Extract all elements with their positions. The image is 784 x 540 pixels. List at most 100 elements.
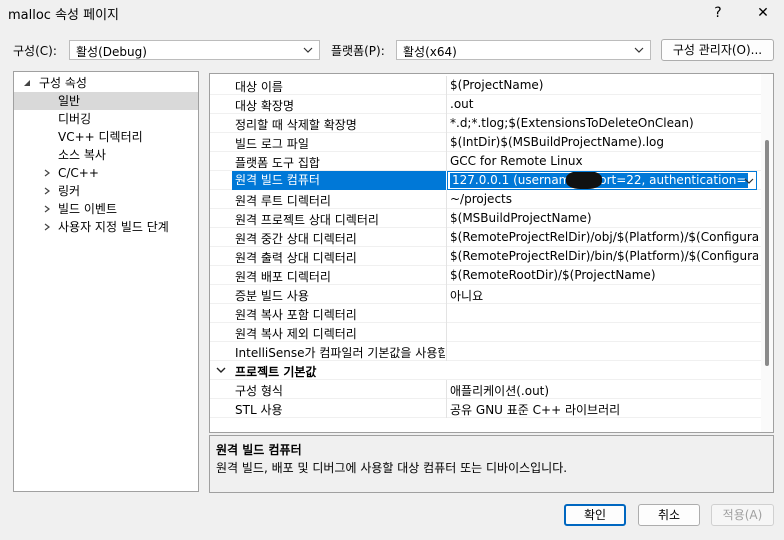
property-name: 플랫폼 도구 집합 xyxy=(235,156,320,170)
column-divider xyxy=(446,209,447,228)
property-name: 원격 중간 상대 디렉터리 xyxy=(235,232,357,246)
tree-item-custom-build-step[interactable]: 사용자 지정 빌드 단계 xyxy=(14,218,198,236)
property-row[interactable]: 원격 루트 디렉터리 ~/projects xyxy=(210,190,762,209)
collapsed-arrow-icon[interactable] xyxy=(42,222,52,232)
tree-item-label: 사용자 지정 빌드 단계 xyxy=(58,220,169,234)
column-divider xyxy=(446,190,447,209)
property-name: 원격 복사 제외 디렉터리 xyxy=(235,327,357,341)
column-divider xyxy=(446,304,447,323)
tree-item-label: 일반 xyxy=(58,94,81,108)
chevron-down-icon[interactable] xyxy=(216,365,226,375)
platform-dropdown[interactable]: 활성(x64) xyxy=(396,40,651,60)
property-row[interactable]: 정리할 때 삭제할 확장명 *.d;*.tlog;$(ExtensionsToD… xyxy=(210,114,762,133)
property-value: 공유 GNU 표준 C++ 라이브러리 xyxy=(450,403,621,417)
tree-item-label: C/C++ xyxy=(58,166,99,180)
tree-item-label: VC++ 디렉터리 xyxy=(58,130,143,144)
ok-button[interactable]: 확인 xyxy=(564,504,626,526)
property-row[interactable]: 증분 빌드 사용 아니요 xyxy=(210,285,762,304)
config-value: 활성(Debug) xyxy=(76,45,147,59)
window-title: malloc 속성 페이지 xyxy=(8,8,120,23)
tree-item-label: 디버깅 xyxy=(58,112,92,126)
property-row[interactable]: 원격 중간 상대 디렉터리 $(RemoteProjectRelDir)/obj… xyxy=(210,228,762,247)
scrollbar-thumb[interactable] xyxy=(765,140,769,366)
tree-root[interactable]: 구성 속성 xyxy=(14,74,198,92)
chevron-down-icon xyxy=(634,47,644,53)
property-name: 원격 출력 상대 디렉터리 xyxy=(235,251,357,265)
property-value: $(MSBuildProjectName) xyxy=(450,211,592,225)
tree-item-label: 소스 복사 xyxy=(58,148,106,162)
vertical-scrollbar[interactable] xyxy=(761,74,773,432)
tree-root-label: 구성 속성 xyxy=(39,76,87,90)
column-divider xyxy=(446,228,447,247)
property-value: $(RemoteProjectRelDir)/obj/$(Platform)/$… xyxy=(450,230,758,244)
tree-item-label: 빌드 이벤트 xyxy=(58,202,118,216)
category-tree: 구성 속성 일반 디버깅 VC++ 디렉터리 소스 복사 C/C++ 링커 빌드… xyxy=(13,71,199,492)
property-value: GCC for Remote Linux xyxy=(450,154,583,168)
platform-value: 활성(x64) xyxy=(403,45,457,59)
property-name: 구성 형식 xyxy=(235,384,283,398)
redaction-mark xyxy=(566,172,602,189)
property-name: 증분 빌드 사용 xyxy=(235,289,309,303)
tree-item-linker[interactable]: 링커 xyxy=(14,182,198,200)
config-manager-button[interactable]: 구성 관리자(O)... xyxy=(661,39,774,61)
category-header[interactable]: 프로젝트 기본값 xyxy=(210,361,762,380)
tree-item-build-events[interactable]: 빌드 이벤트 xyxy=(14,200,198,218)
property-row[interactable]: 대상 이름 $(ProjectName) xyxy=(210,76,762,95)
property-grid: 대상 이름 $(ProjectName) 대상 확장명 .out 정리할 때 삭… xyxy=(209,73,774,433)
property-value: 애플리케이션(.out) xyxy=(450,384,550,398)
property-value: *.d;*.tlog;$(ExtensionsToDeleteOnClean) xyxy=(450,116,694,130)
column-divider xyxy=(446,399,447,418)
chevron-down-icon xyxy=(303,47,313,53)
property-value: $(RemoteRootDir)/$(ProjectName) xyxy=(450,268,656,282)
property-name: IntelliSense가 컴파일러 기본값을 사용합니다 xyxy=(235,346,445,360)
expanded-arrow-icon xyxy=(24,80,30,86)
collapsed-arrow-icon[interactable] xyxy=(42,186,52,196)
tree-item-debugging[interactable]: 디버깅 xyxy=(14,110,198,128)
column-divider xyxy=(446,285,447,304)
property-value: .out xyxy=(450,97,474,111)
property-row-selected[interactable]: 원격 빌드 컴퓨터 127.0.0.1 (username= port=22, … xyxy=(210,171,762,190)
property-row[interactable]: 플랫폼 도구 집합 GCC for Remote Linux xyxy=(210,152,762,171)
platform-label: 플랫폼(P): xyxy=(331,44,385,58)
tree-item-general[interactable]: 일반 xyxy=(14,92,198,110)
tree-item-copy-sources[interactable]: 소스 복사 xyxy=(14,146,198,164)
property-value: $(IntDir)$(MSBuildProjectName).log xyxy=(450,135,665,149)
property-value: $(ProjectName) xyxy=(450,78,544,92)
cancel-button[interactable]: 취소 xyxy=(638,504,700,526)
tree-item-cpp[interactable]: C/C++ xyxy=(14,164,198,182)
chevron-down-icon[interactable] xyxy=(743,174,755,188)
property-row[interactable]: 빌드 로그 파일 $(IntDir)$(MSBuildProjectName).… xyxy=(210,133,762,152)
tree-item-vc-directories[interactable]: VC++ 디렉터리 xyxy=(14,128,198,146)
category-name: 프로젝트 기본값 xyxy=(235,365,317,379)
column-divider xyxy=(446,266,447,285)
property-row[interactable]: 구성 형식 애플리케이션(.out) xyxy=(210,380,762,399)
title-bar: malloc 속성 페이지 ? ✕ xyxy=(0,0,784,28)
column-divider xyxy=(446,133,447,152)
property-row[interactable]: 원격 출력 상대 디렉터리 $(RemoteProjectRelDir)/bin… xyxy=(210,247,762,266)
description-text: 원격 빌드, 배포 및 디버그에 사용할 대상 컴퓨터 또는 디바이스입니다. xyxy=(216,461,568,475)
property-name: 정리할 때 삭제할 확장명 xyxy=(235,118,357,132)
property-value: 아니요 xyxy=(450,289,484,303)
property-name: 원격 배포 디렉터리 xyxy=(235,270,331,284)
close-button[interactable]: ✕ xyxy=(748,2,778,24)
collapsed-arrow-icon[interactable] xyxy=(42,204,52,214)
property-row[interactable]: 대상 확장명 .out xyxy=(210,95,762,114)
property-row[interactable]: 원격 프로젝트 상대 디렉터리 $(MSBuildProjectName) xyxy=(210,209,762,228)
config-dropdown[interactable]: 활성(Debug) xyxy=(69,40,320,60)
column-divider xyxy=(446,95,447,114)
property-row[interactable]: STL 사용 공유 GNU 표준 C++ 라이브러리 xyxy=(210,399,762,418)
column-divider xyxy=(446,114,447,133)
property-row[interactable]: 원격 복사 포함 디렉터리 xyxy=(210,304,762,323)
column-divider xyxy=(446,323,447,342)
property-row[interactable]: 원격 복사 제외 디렉터리 xyxy=(210,323,762,342)
apply-button[interactable]: 적용(A) xyxy=(711,504,774,526)
description-heading: 원격 빌드 컴퓨터 xyxy=(216,443,302,457)
property-row[interactable]: 원격 배포 디렉터리 $(RemoteRootDir)/$(ProjectNam… xyxy=(210,266,762,285)
property-row[interactable]: IntelliSense가 컴파일러 기본값을 사용합니다 xyxy=(210,342,762,361)
column-divider xyxy=(446,152,447,171)
property-value-editor[interactable]: 127.0.0.1 (username= port=22, authentica… xyxy=(447,171,757,190)
collapsed-arrow-icon[interactable] xyxy=(42,168,52,178)
help-button[interactable]: ? xyxy=(703,2,733,24)
config-label: 구성(C): xyxy=(13,44,57,58)
tree-item-label: 링커 xyxy=(58,184,81,198)
